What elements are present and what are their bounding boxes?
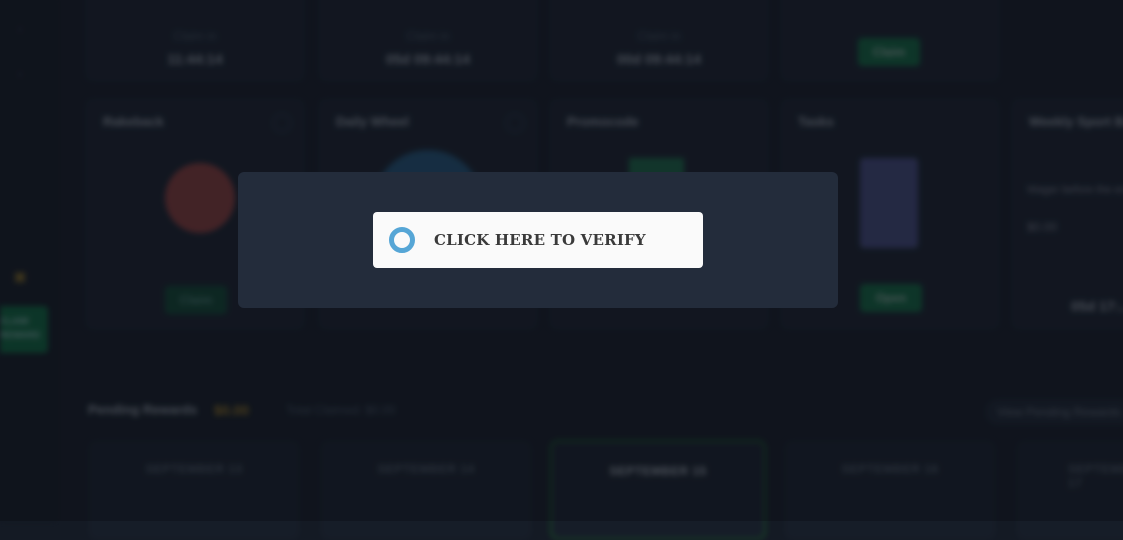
verify-button[interactable]: CLICK HERE TO VERIFY: [373, 212, 703, 268]
verify-text: CLICK HERE TO VERIFY: [434, 231, 646, 249]
ring-icon: [389, 227, 415, 253]
verification-modal: CLICK HERE TO VERIFY: [238, 172, 838, 308]
